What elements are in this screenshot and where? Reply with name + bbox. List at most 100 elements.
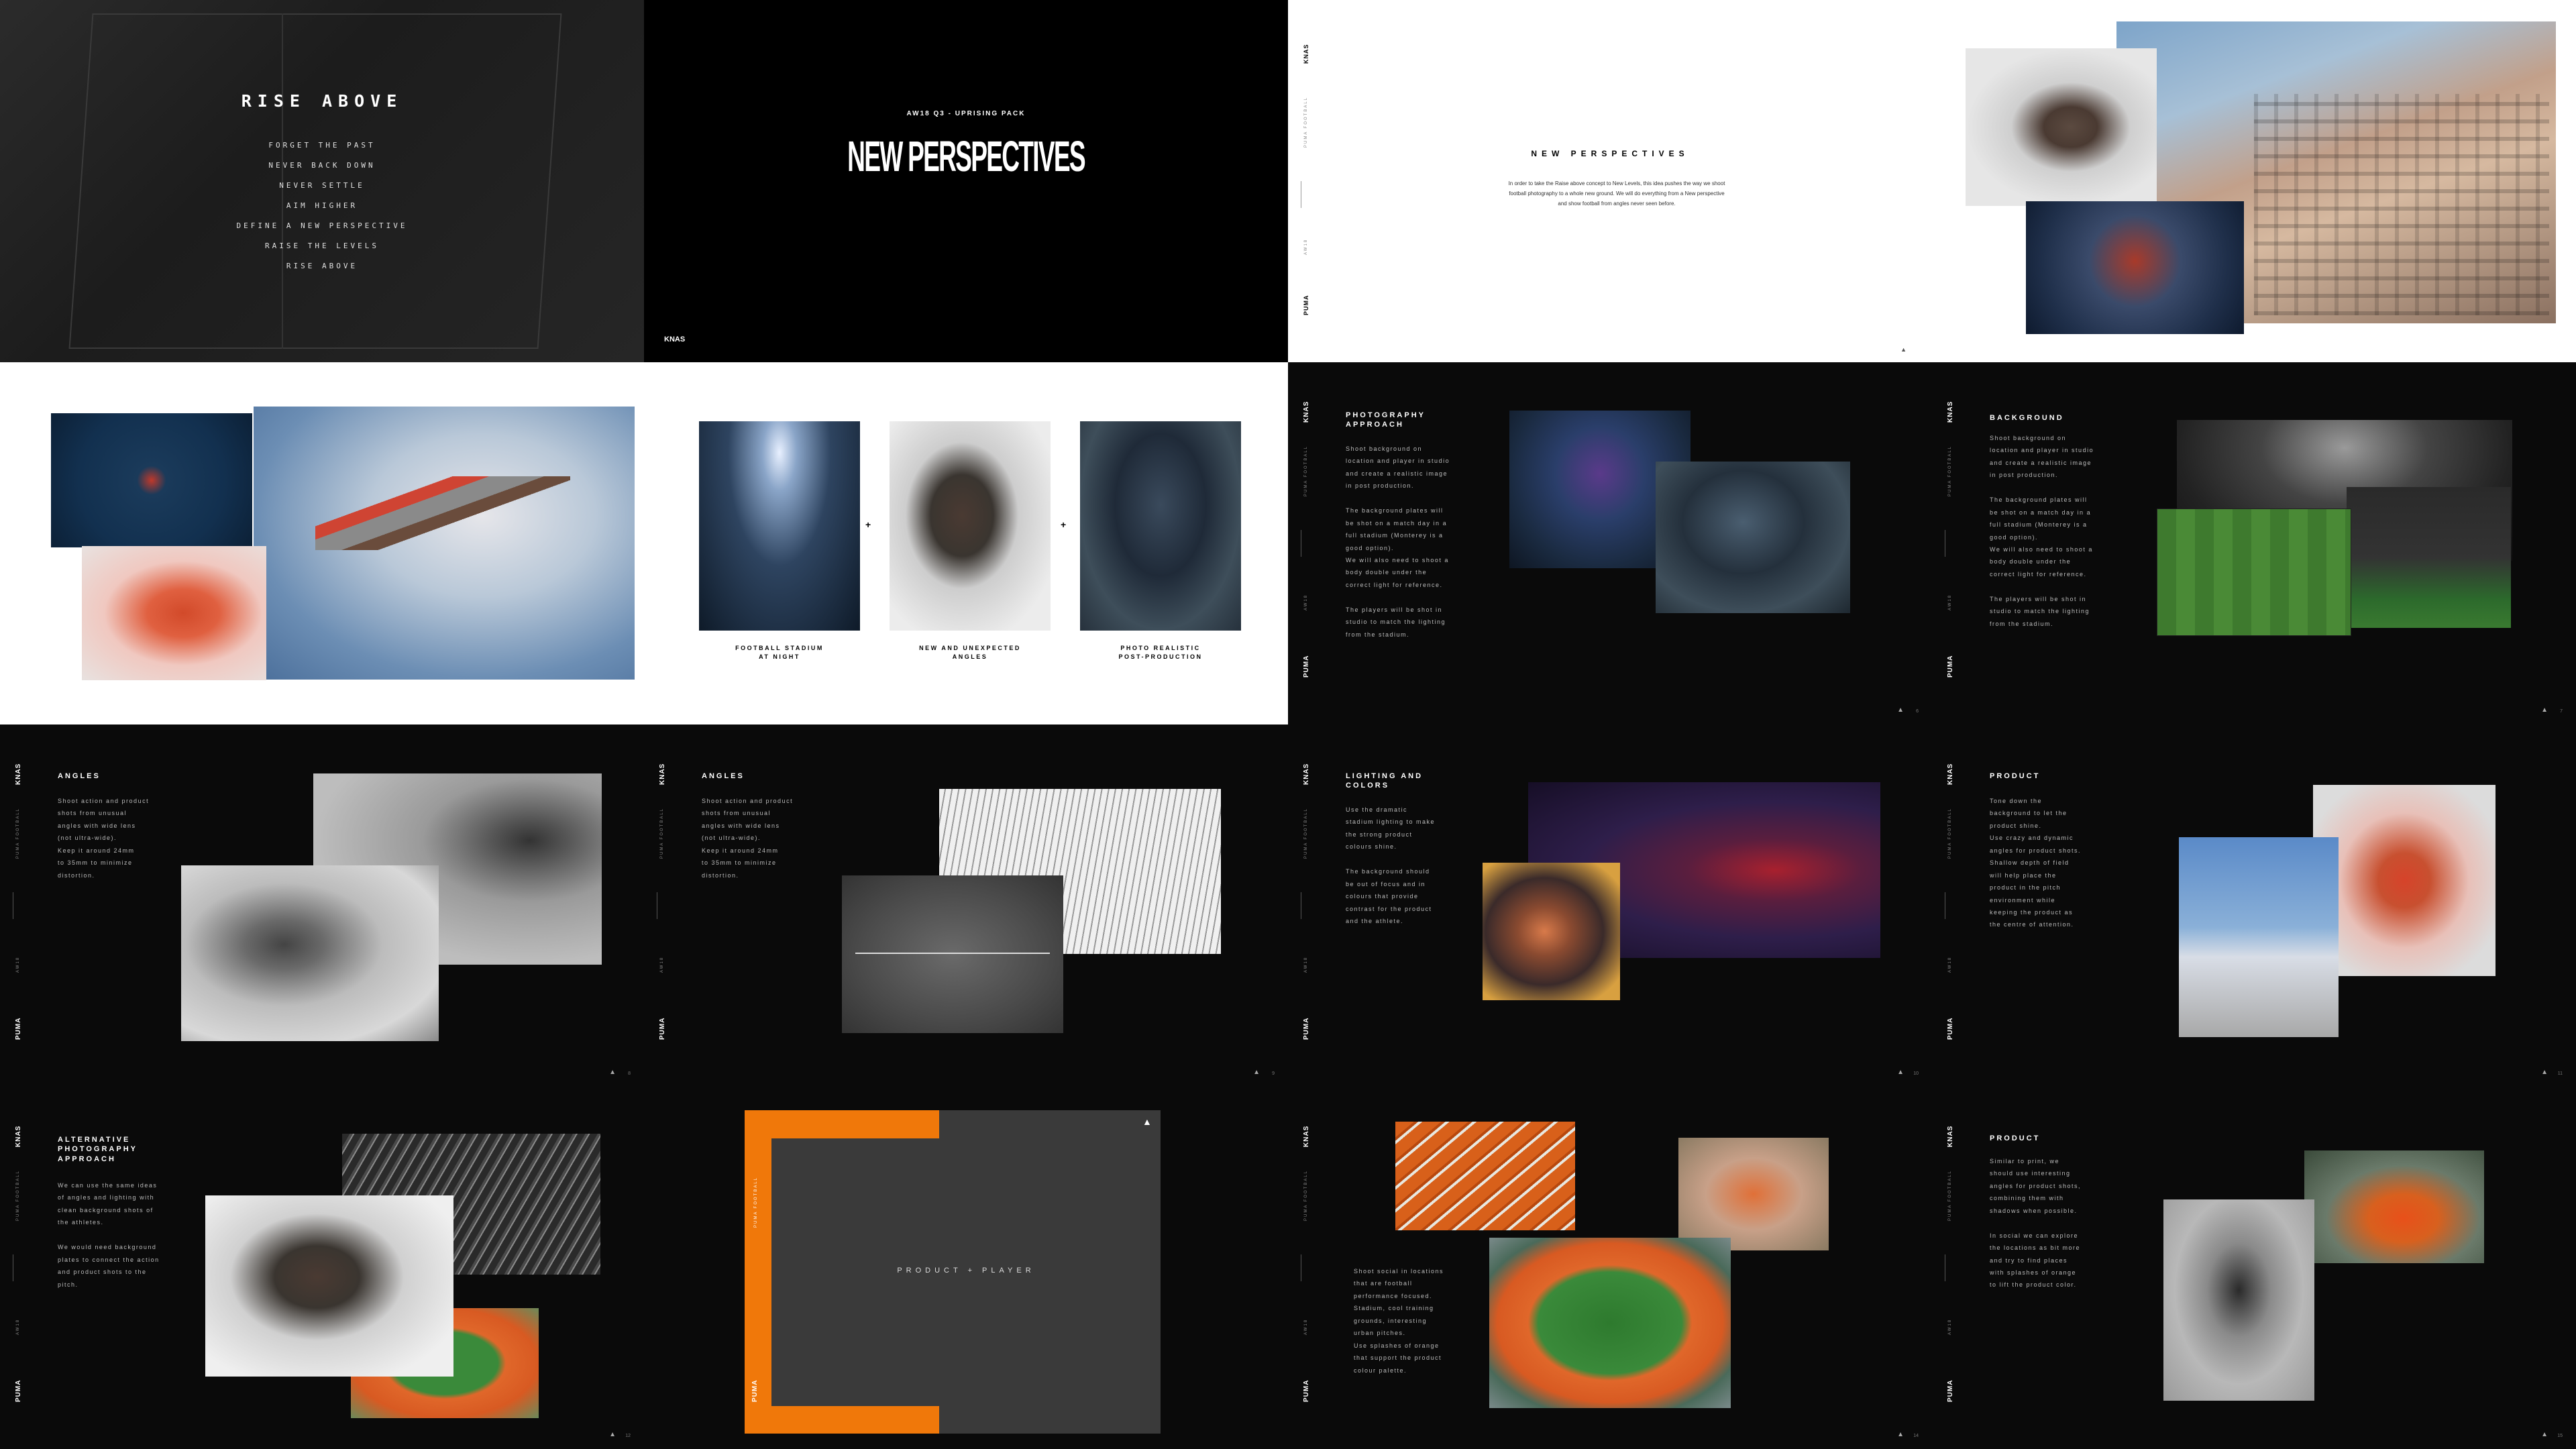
photo-track-aerial	[1489, 1238, 1731, 1408]
photo-red-sole	[2313, 785, 2496, 976]
side-label: PUMA FOOTBALL	[1304, 1169, 1308, 1221]
photo-legs-court	[2179, 837, 2339, 1037]
cat-icon: ▲	[609, 1069, 616, 1076]
slide-lighting: KNAS PUMA FOOTBALL AW18 PUMA LIGHTING AN…	[1288, 724, 1932, 1087]
slide-angles-2: KNAS PUMA FOOTBALL AW18 PUMA ANGLES Shoo…	[644, 724, 1288, 1087]
side-footer-brand: PUMA	[15, 1017, 22, 1040]
side-sub: AW18	[1304, 238, 1308, 255]
side-brand: KNAS	[1303, 1125, 1310, 1147]
side-label: PUMA FOOTBALL	[660, 807, 664, 859]
side-footer-brand: PUMA	[1303, 1379, 1310, 1402]
section-title: PRODUCT	[1990, 1134, 2041, 1142]
intro-title: NEW PERSPECTIVES	[1531, 149, 1689, 158]
side-sub: AW18	[1948, 1318, 1952, 1335]
slide-collage-1	[1932, 0, 2576, 362]
cat-icon: ▲	[1897, 1069, 1904, 1076]
slide1-title: RISE ABOVE	[241, 91, 403, 111]
slide-photography-approach: KNAS PUMA FOOTBALL AW18 PUMA PHOTOGRAPHY…	[1288, 362, 1932, 724]
cat-icon: ▲	[2541, 706, 2548, 714]
section-body: Shoot action and product shots from unus…	[58, 798, 150, 879]
side-footer-brand: PUMA	[1947, 1017, 1954, 1040]
side-sub: AW18	[1304, 594, 1308, 610]
photo-athlete-jump	[890, 421, 1051, 631]
manifesto-line: RISE ABOVE	[286, 262, 358, 270]
section-title: LIGHTING AND COLORS	[1346, 772, 1424, 790]
side-brand: KNAS	[1947, 400, 1954, 423]
side-brand: KNAS	[15, 763, 22, 785]
side-sub: AW18	[1948, 956, 1952, 973]
cat-icon: ▲	[2541, 1431, 2548, 1438]
slide1-manifesto: FORGET THE PAST NEVER BACK DOWN NEVER SETT…	[0, 136, 644, 276]
photo-player-sky-mono	[181, 865, 439, 1041]
manifesto-line: DEFINE A NEW PERSPECTIVE	[236, 221, 408, 230]
section-body: Shoot background on location and player …	[1990, 435, 2094, 627]
side-label: PUMA FOOTBALL	[754, 1176, 758, 1228]
side-brand: KNAS	[1947, 1125, 1954, 1147]
section-title: ALTERNATIVE PHOTOGRAPHY APPROACH	[58, 1136, 138, 1163]
slide-rise-above: RISE ABOVE FORGET THE PAST NEVER BACK DOW…	[0, 0, 644, 362]
page-number: 9	[1272, 1071, 1275, 1076]
side-sub: AW18	[660, 956, 664, 973]
photo-red-shoe	[82, 546, 266, 680]
section-title: PHOTOGRAPHY APPROACH	[1346, 411, 1426, 429]
side-sub: AW18	[1948, 594, 1952, 610]
photo-pitch-aerial	[2157, 508, 2351, 636]
page-number: 7	[2560, 709, 2563, 714]
brand-logo: KNAS	[664, 335, 686, 343]
photo-stadium-night	[699, 421, 860, 631]
photo-player-figure	[315, 476, 570, 550]
section-body: Shoot social in locations that are footb…	[1354, 1268, 1444, 1374]
side-brand: KNAS	[1947, 763, 1954, 785]
slide-angles-1: KNAS PUMA FOOTBALL AW18 PUMA ANGLES Shoo…	[0, 724, 644, 1087]
slide-background: KNAS PUMA FOOTBALL AW18 PUMA BACKGROUND …	[1932, 362, 2576, 724]
side-label: PUMA FOOTBALL	[1948, 445, 1952, 496]
photo-legs-shadow	[2163, 1199, 2314, 1401]
side-brand: KNAS	[1303, 44, 1309, 64]
page-number: 10	[1913, 1071, 1919, 1076]
pitch-line	[855, 953, 1050, 954]
plus-icon: +	[865, 519, 871, 530]
section-body: Similar to print, we should use interest…	[1990, 1158, 2082, 1289]
photo-orange-sneaker	[2304, 1150, 2484, 1263]
photo-athlete-jump	[205, 1195, 453, 1377]
side-footer-brand: PUMA	[1303, 294, 1309, 316]
side-label: PUMA FOOTBALL	[1948, 1169, 1952, 1221]
side-label: PUMA FOOTBALL	[16, 1169, 20, 1221]
side-footer-brand: PUMA	[1303, 655, 1310, 678]
side-brand: KNAS	[659, 763, 666, 785]
side-footer-brand: PUMA	[659, 1017, 666, 1040]
side-brand: KNAS	[15, 1125, 22, 1147]
hero-title: NEW PERSPECTIVES	[847, 132, 1085, 180]
section-body: We can use the same ideas of angles and …	[58, 1182, 160, 1288]
photo-fighting-players	[2026, 201, 2244, 334]
process-captions: FOOTBALL STADIUM AT NIGHT NEW AND UNEXPEC…	[644, 644, 1288, 671]
side-footer-brand: PUMA	[751, 1379, 759, 1402]
section-body: Shoot background on location and player …	[1346, 445, 1450, 638]
side-footer-brand: PUMA	[1947, 655, 1954, 678]
manifesto-line: RAISE THE LEVELS	[265, 241, 379, 250]
kicker: AW18 Q3 - UPRISING PACK	[906, 110, 1026, 117]
orange-frame-top	[745, 1110, 939, 1138]
slide-process: + + FOOTBALL STADIUM AT NIGHT NEW AND UNE…	[644, 362, 1288, 724]
photo-jumping-athlete	[1966, 48, 2157, 206]
cat-icon: ▲	[1900, 346, 1907, 353]
slide-alt-approach: KNAS PUMA FOOTBALL AW18 PUMA ALTERNATIVE…	[0, 1087, 644, 1449]
photo-overhead-player	[51, 413, 252, 547]
side-label: PUMA FOOTBALL	[1304, 445, 1308, 496]
cat-icon: ▲	[2541, 1069, 2548, 1076]
side-footer-brand: PUMA	[1947, 1379, 1954, 1402]
page-number: 12	[625, 1434, 631, 1438]
photo-quarterback	[1080, 421, 1241, 631]
photo-building-windows	[2254, 94, 2549, 315]
side-sub: AW18	[16, 1318, 20, 1335]
puma-cat-icon: ▲	[1142, 1116, 1152, 1127]
section-title: ANGLES	[702, 772, 745, 780]
section-title: BACKGROUND	[1990, 414, 2064, 422]
intro-body: In order to take the Raise above concept…	[1508, 180, 1725, 207]
page-number: 15	[2557, 1434, 2563, 1438]
side-footer-brand: PUMA	[1303, 1017, 1310, 1040]
page-number: 14	[1913, 1434, 1919, 1438]
slide-collage-2	[0, 362, 644, 724]
side-label: PUMA FOOTBALL	[1304, 807, 1308, 859]
process-caption: FOOTBALL STADIUM AT NIGHT	[735, 645, 824, 660]
